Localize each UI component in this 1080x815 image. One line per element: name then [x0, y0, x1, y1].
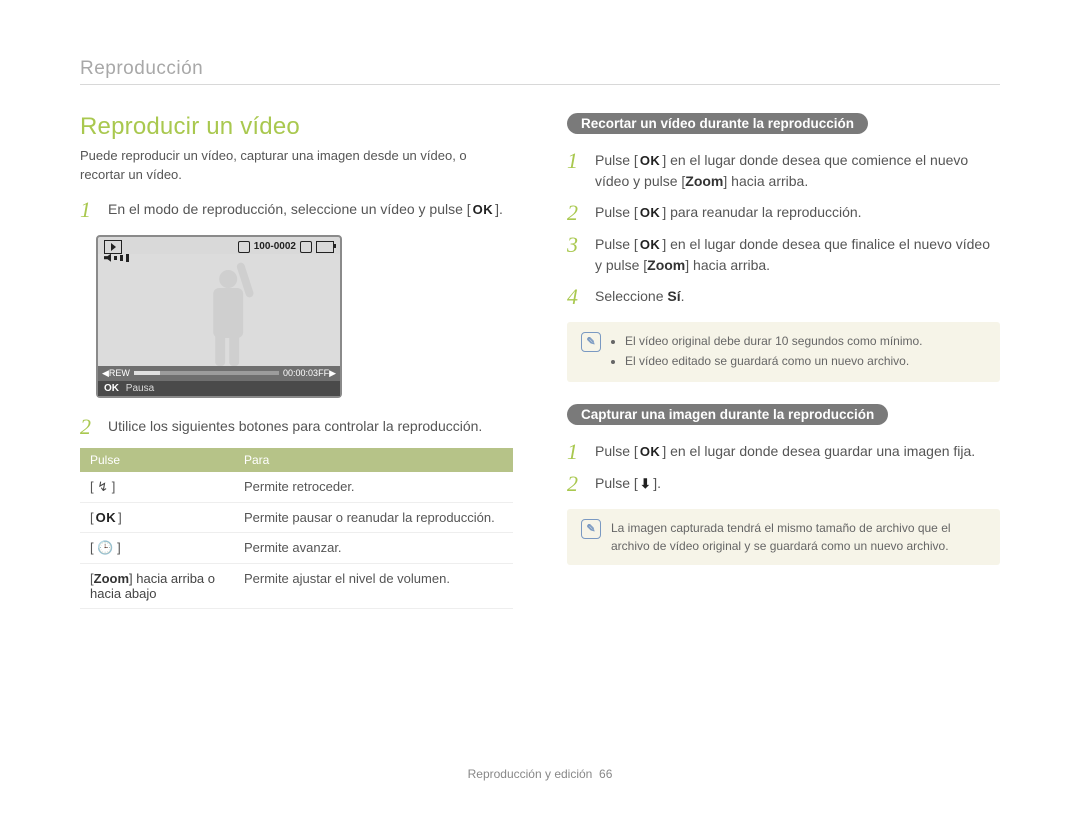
step-number: 1: [567, 150, 585, 172]
step-text: Pulse [OK] en el lugar donde desea guard…: [595, 441, 975, 462]
rew-arrow-icon: ◀: [102, 368, 109, 379]
ok-button-label: OK: [638, 442, 663, 462]
flash-icon: [97, 479, 108, 494]
folder-icon: [300, 241, 312, 253]
right-column: Recortar un vídeo durante la reproducció…: [567, 113, 1000, 609]
page-number: 66: [599, 767, 612, 781]
controls-table: Pulse Para [ ] Permite retroceder. [OK] …: [80, 448, 513, 609]
battery-icon: [316, 241, 334, 253]
ok-button-label: OK: [471, 200, 496, 220]
intro-text: Puede reproducir un vídeo, capturar una …: [80, 147, 513, 185]
pause-label: Pausa: [126, 383, 154, 394]
camera-footer: OK Pausa: [98, 381, 340, 396]
step-number: 4: [567, 286, 585, 308]
zoom-label: Zoom: [685, 173, 723, 189]
divider: [80, 84, 1000, 85]
trim-step-3: 3 Pulse [OK] en el lugar donde desea que…: [567, 234, 1000, 276]
note-icon: ✎: [581, 332, 601, 352]
step-number: 2: [567, 473, 585, 495]
table-header-press: Pulse: [80, 448, 234, 472]
ok-button-label: OK: [638, 151, 663, 171]
table-row: [ ] Permite retroceder.: [80, 472, 513, 503]
yes-label: Sí: [667, 288, 680, 304]
play-mode-icon: [104, 240, 122, 254]
zoom-label: Zoom: [94, 571, 129, 586]
step-text: Pulse [OK] para reanudar la reproducción…: [595, 202, 862, 223]
elapsed-time: 00:00:03: [283, 368, 318, 378]
capture-step-1: 1 Pulse [OK] en el lugar donde desea gua…: [567, 441, 1000, 463]
camera-preview: [98, 254, 340, 366]
table-header-for: Para: [234, 448, 513, 472]
left-column: Reproducir un vídeo Puede reproducir un …: [80, 113, 513, 609]
note-box-trim: ✎ El vídeo original debe durar 10 segund…: [567, 322, 1000, 382]
page-title: Reproducir un vídeo: [80, 113, 513, 141]
page-footer: Reproducción y edición 66: [0, 767, 1080, 781]
subsection-header-trim: Recortar un vídeo durante la reproducció…: [567, 113, 868, 134]
trim-step-2: 2 Pulse [OK] para reanudar la reproducci…: [567, 202, 1000, 224]
step-number: 3: [567, 234, 585, 256]
camera-screen-illustration: 100-0002: [96, 235, 342, 398]
two-column-layout: Reproducir un vídeo Puede reproducir un …: [80, 113, 1000, 609]
section-header: Reproducción: [80, 58, 1000, 80]
left-step-2: 2 Utilice los siguientes botones para co…: [80, 416, 513, 438]
step-number: 1: [80, 199, 98, 221]
note-icon: ✎: [581, 519, 601, 539]
table-cell: Permite retroceder.: [234, 472, 513, 503]
table-row: [Zoom] hacia arriba o hacia abajo Permit…: [80, 563, 513, 608]
step-text: Pulse [OK] en el lugar donde desea que c…: [595, 150, 1000, 192]
step-text: Utilice los siguientes botones para cont…: [108, 416, 482, 437]
capture-step-2: 2 Pulse [].: [567, 473, 1000, 495]
file-counter: 100-0002: [254, 241, 296, 252]
progress-bar: ◀ REW 00:00:03 FF ▶: [98, 366, 340, 381]
zoom-label: Zoom: [647, 257, 685, 273]
step-number: 2: [80, 416, 98, 438]
volume-indicator: [104, 254, 129, 262]
step-text-fragment: ].: [495, 201, 503, 217]
trim-step-1: 1 Pulse [OK] en el lugar donde desea que…: [567, 150, 1000, 192]
step-text: Pulse [OK] en el lugar donde desea que f…: [595, 234, 1000, 276]
down-icon: [638, 474, 653, 494]
note-item: El vídeo editado se guardará como un nue…: [625, 352, 923, 370]
table-cell: Permite ajustar el nivel de volumen.: [234, 563, 513, 608]
step-text: En el modo de reproducción, seleccione u…: [108, 199, 503, 220]
camera-top-bar: 100-0002: [98, 237, 340, 254]
step-text-fragment: En el modo de reproducción, seleccione u…: [108, 201, 471, 217]
step-text: Pulse [].: [595, 473, 661, 494]
note-item: El vídeo original debe durar 10 segundos…: [625, 332, 923, 350]
footer-section: Reproducción y edición: [468, 767, 593, 781]
ok-indicator: OK: [104, 383, 119, 394]
card-icon: [238, 241, 250, 253]
table-row: [OK] Permite pausar o reanudar la reprod…: [80, 502, 513, 532]
rew-label: REW: [109, 368, 130, 378]
step-number: 1: [567, 441, 585, 463]
ok-button-label: OK: [638, 235, 663, 255]
left-step-1: 1 En el modo de reproducción, seleccione…: [80, 199, 513, 221]
table-cell: Permite avanzar.: [234, 532, 513, 563]
ff-label: FF: [318, 368, 329, 378]
trim-step-4: 4 Seleccione Sí.: [567, 286, 1000, 308]
ok-button-label: OK: [94, 510, 119, 525]
step-text: Seleccione Sí.: [595, 286, 685, 307]
ff-arrow-icon: ▶: [329, 368, 336, 379]
ok-button-label: OK: [638, 203, 663, 223]
note-box-capture: ✎ La imagen capturada tendrá el mismo ta…: [567, 509, 1000, 565]
table-cell: Permite pausar o reanudar la reproducció…: [234, 502, 513, 532]
video-thumbnail-figure: [205, 270, 251, 366]
subsection-header-capture: Capturar una imagen durante la reproducc…: [567, 404, 888, 425]
table-row: [ ] Permite avanzar.: [80, 532, 513, 563]
manual-page: Reproducción Reproducir un vídeo Puede r…: [0, 0, 1080, 815]
timer-icon: [97, 540, 113, 555]
note-text: La imagen capturada tendrá el mismo tama…: [611, 519, 986, 555]
step-number: 2: [567, 202, 585, 224]
